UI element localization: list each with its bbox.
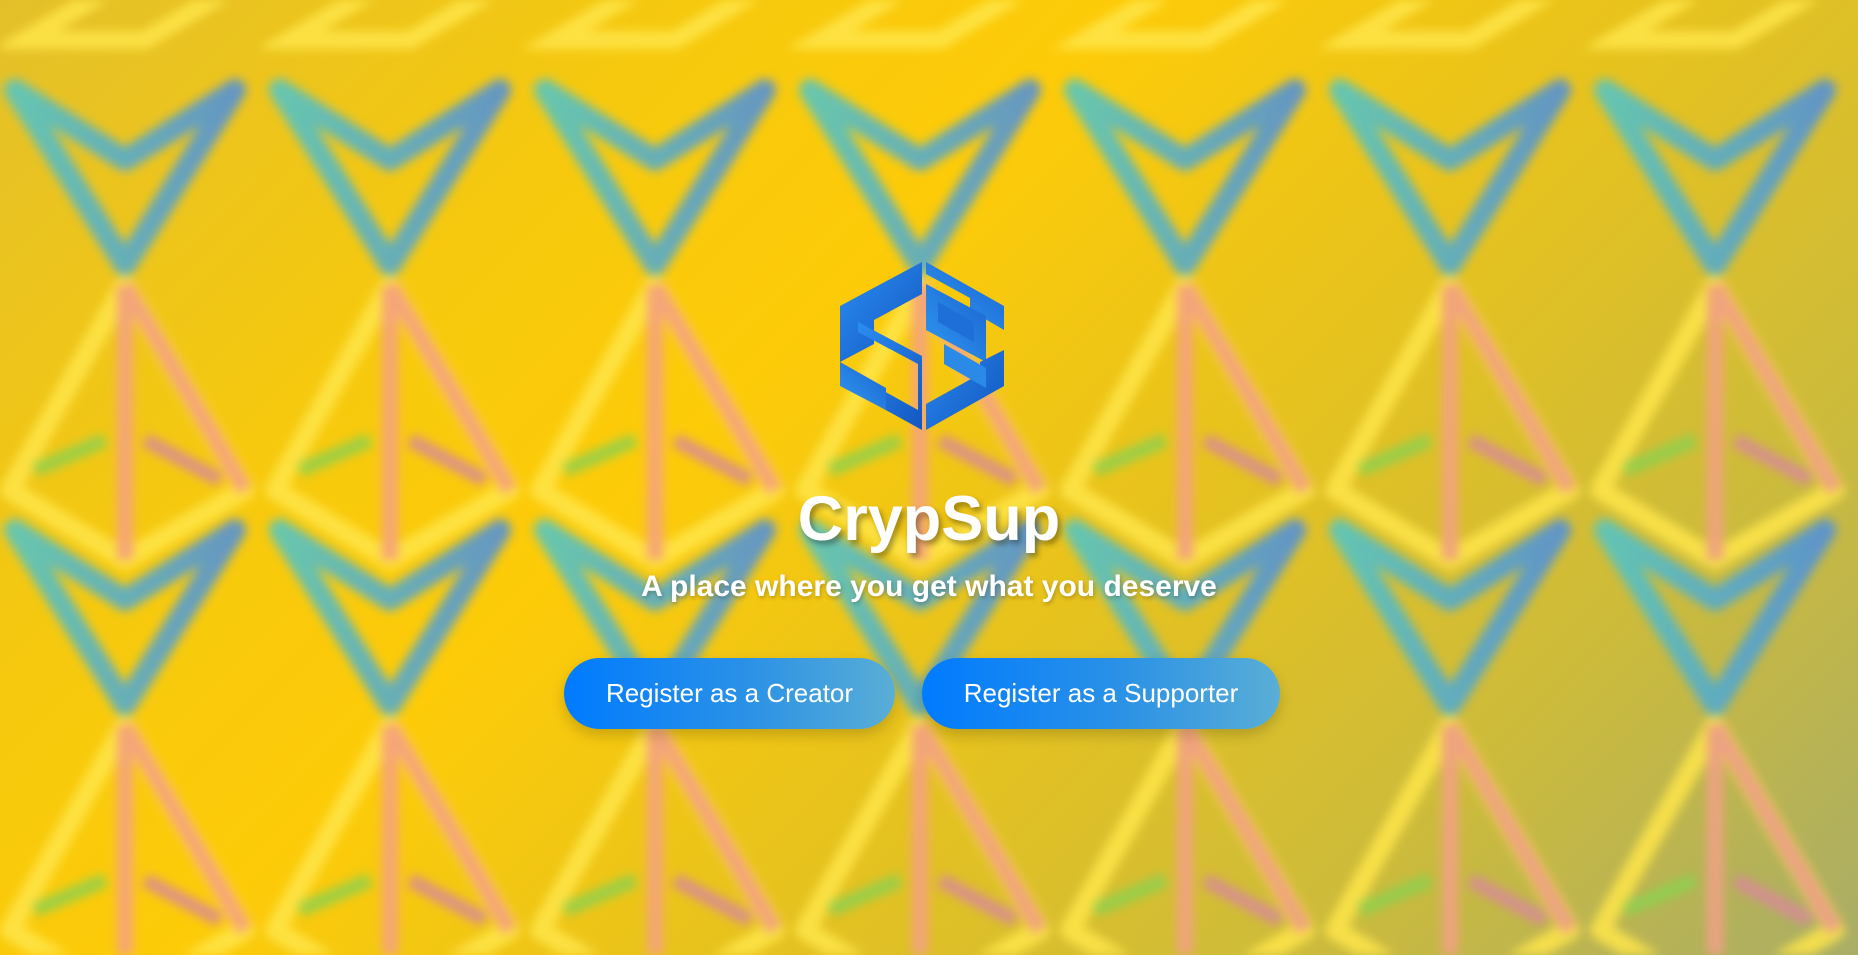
register-creator-button[interactable]: Register as a Creator xyxy=(564,658,895,729)
register-supporter-button[interactable]: Register as a Supporter xyxy=(922,658,1280,729)
tagline: A place where you get what you deserve xyxy=(641,570,1217,603)
crypsup-logo-icon xyxy=(840,262,1004,430)
hero-section: CrypSup A place where you get what you d… xyxy=(0,0,1858,955)
app-title: CrypSup xyxy=(797,484,1061,554)
